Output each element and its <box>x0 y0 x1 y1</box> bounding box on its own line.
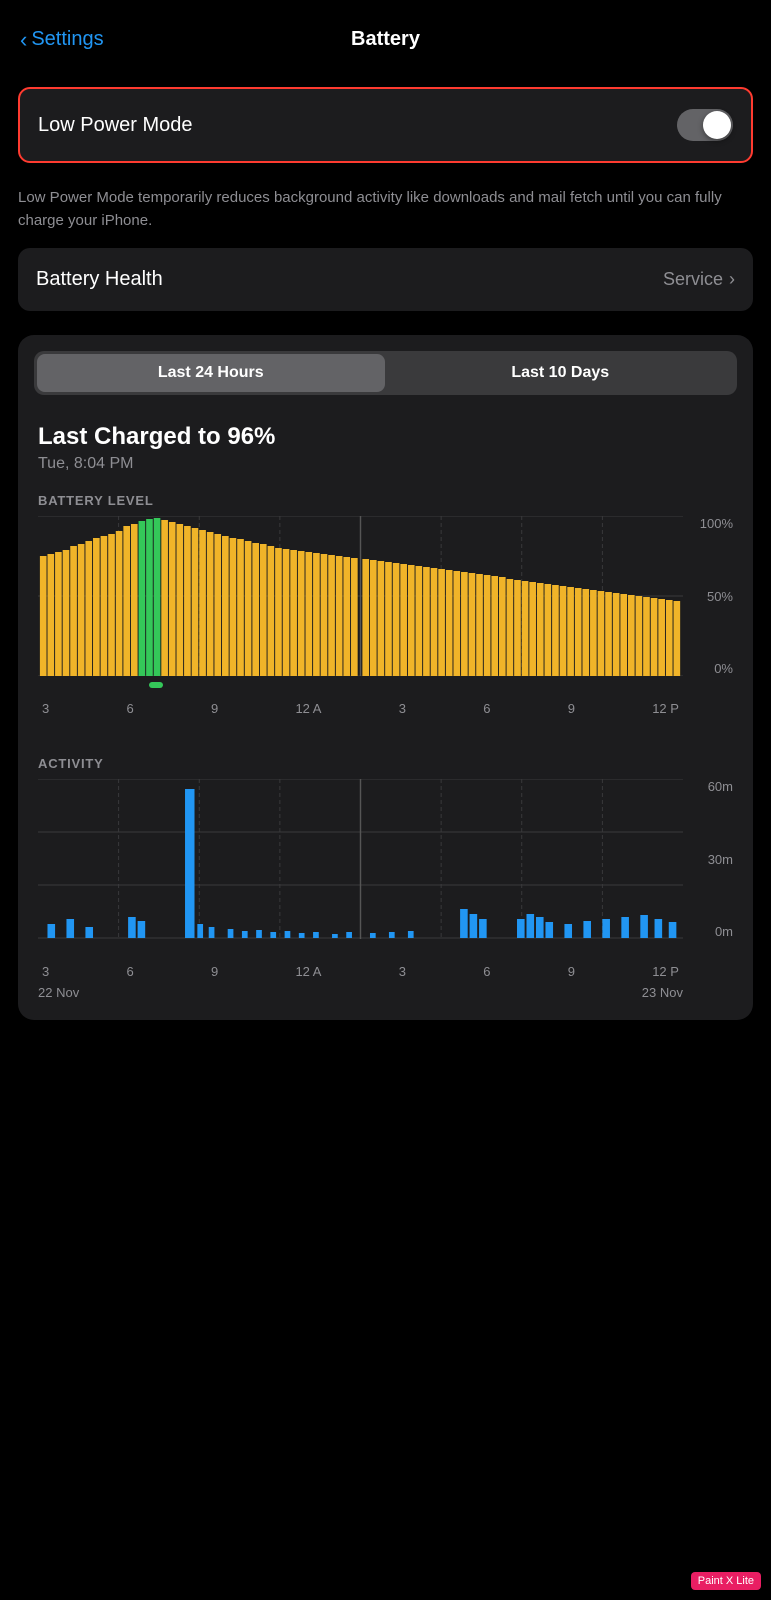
low-power-description: Low Power Mode temporarily reduces backg… <box>0 179 771 248</box>
battery-health-row[interactable]: Battery Health Service › <box>18 248 753 311</box>
charge-title: Last Charged to 96% <box>38 423 733 451</box>
act-x-6am: 6 <box>126 964 133 979</box>
back-label: Settings <box>31 28 103 51</box>
date-left: 22 Nov <box>38 985 79 1000</box>
act-x-3pm: 3 <box>399 964 406 979</box>
battery-health-label: Battery Health <box>36 268 163 291</box>
activity-x-axis: 3 6 9 12 A 3 6 9 12 P <box>38 964 683 979</box>
y-label-100: 100% <box>687 516 733 531</box>
act-x-3am: 3 <box>42 964 49 979</box>
x-label-9am: 9 <box>211 701 218 716</box>
low-power-section: Low Power Mode <box>18 87 753 163</box>
toggle-knob <box>703 111 731 139</box>
segmented-control[interactable]: Last 24 Hours Last 10 Days <box>34 351 737 395</box>
act-x-12p: 12 P <box>652 964 679 979</box>
act-x-9am: 9 <box>211 964 218 979</box>
act-x-9pm: 9 <box>568 964 575 979</box>
charge-subtitle: Tue, 8:04 PM <box>38 455 733 473</box>
chevron-right-icon: › <box>729 269 735 290</box>
low-power-row[interactable]: Low Power Mode <box>18 87 753 163</box>
act-x-12a: 12 A <box>295 964 321 979</box>
chart-panel: Last 24 Hours Last 10 Days Last Charged … <box>18 335 753 1020</box>
date-labels: 22 Nov 23 Nov <box>38 985 733 1000</box>
act-x-6pm: 6 <box>483 964 490 979</box>
battery-health-right: Service › <box>663 269 735 290</box>
date-right: 23 Nov <box>642 985 683 1000</box>
charge-info: Last Charged to 96% Tue, 8:04 PM <box>18 411 753 477</box>
x-label-3am: 3 <box>42 701 49 716</box>
activity-chart-svg <box>38 779 683 939</box>
charging-indicator <box>149 682 163 688</box>
low-power-label: Low Power Mode <box>38 114 193 137</box>
battery-chart-svg <box>38 516 683 676</box>
y-label-50: 50% <box>687 589 733 604</box>
x-label-9pm: 9 <box>568 701 575 716</box>
x-label-6am: 6 <box>126 701 133 716</box>
watermark: Paint X Lite <box>691 1572 761 1590</box>
header: ‹ Settings Battery <box>0 0 771 71</box>
back-button[interactable]: ‹ Settings <box>20 27 104 53</box>
activity-section: ACTIVITY 60m 30m 0m <box>18 740 753 1000</box>
x-label-6pm: 6 <box>483 701 490 716</box>
tab-last-24-hours[interactable]: Last 24 Hours <box>37 354 385 392</box>
x-label-12a: 12 A <box>295 701 321 716</box>
activity-y-axis: 60m 30m 0m <box>687 779 733 939</box>
y-label-0: 0% <box>687 661 733 676</box>
battery-level-section: BATTERY LEVEL 100% 50% 0% <box>18 477 753 716</box>
y-act-30m: 30m <box>687 852 733 867</box>
x-label-3pm: 3 <box>399 701 406 716</box>
low-power-toggle[interactable] <box>677 109 733 141</box>
battery-y-axis: 100% 50% 0% <box>687 516 733 676</box>
battery-health-status: Service <box>663 269 723 290</box>
battery-level-label: BATTERY LEVEL <box>38 493 733 508</box>
tab-last-10-days[interactable]: Last 10 Days <box>387 354 735 392</box>
back-chevron-icon: ‹ <box>20 27 27 53</box>
y-act-60m: 60m <box>687 779 733 794</box>
battery-x-axis: 3 6 9 12 A 3 6 9 12 P <box>38 701 683 716</box>
y-act-0m: 0m <box>687 924 733 939</box>
page-title: Battery <box>351 28 420 51</box>
x-label-12p: 12 P <box>652 701 679 716</box>
activity-label: ACTIVITY <box>38 756 733 771</box>
